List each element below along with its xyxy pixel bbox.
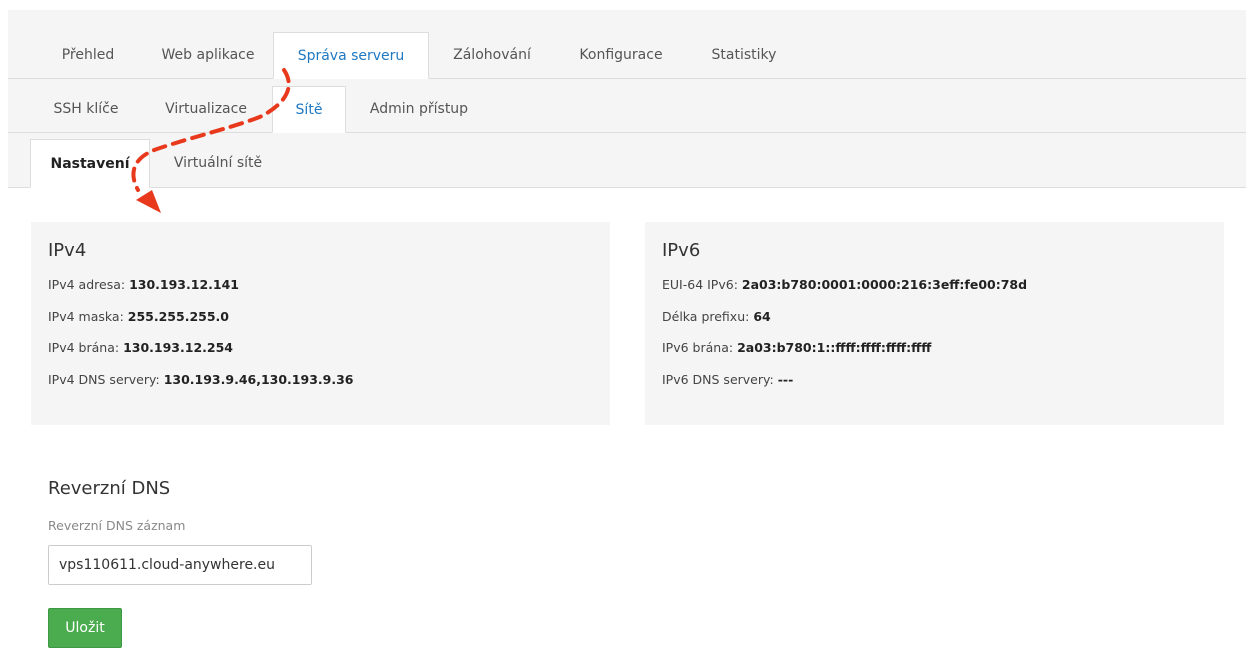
row-value: 130.193.12.141 xyxy=(129,277,239,292)
row-label: IPv4 brána: xyxy=(48,340,124,355)
reverse-dns-input[interactable] xyxy=(48,545,312,585)
row-value: 130.193.12.254 xyxy=(123,340,233,355)
ipv6-dns-row: IPv6 DNS servery: --- xyxy=(662,372,1207,404)
ipv6-prefix-row: Délka prefixu: 64 xyxy=(662,309,1207,341)
ipv4-panel: IPv4 IPv4 adresa: 130.193.12.141 IPv4 ma… xyxy=(31,222,610,425)
tab-zalohovani[interactable]: Zálohování xyxy=(436,32,548,78)
row-label: IPv6 DNS servery: xyxy=(662,371,778,387)
ipv4-address-row: IPv4 adresa: 130.193.12.141 xyxy=(48,277,593,309)
ipv4-title: IPv4 xyxy=(48,240,87,261)
tab-nastaveni[interactable]: Nastavení xyxy=(30,139,150,188)
tab-statistiky[interactable]: Statistiky xyxy=(694,32,794,78)
ipv4-dns-row: IPv4 DNS servery: 130.193.9.46,130.193.9… xyxy=(48,372,593,404)
ipv4-gateway-row: IPv4 brána: 130.193.12.254 xyxy=(48,340,593,372)
ipv6-eui64-row: EUI-64 IPv6: 2a03:b780:0001:0000:216:3ef… xyxy=(662,277,1207,309)
tab-virtualni-site[interactable]: Virtuální sítě xyxy=(158,139,278,187)
tab-virtualizace[interactable]: Virtualizace xyxy=(148,86,264,132)
tab-konfigurace[interactable]: Konfigurace xyxy=(564,32,678,78)
tab-ssh-klice[interactable]: SSH klíče xyxy=(40,86,132,132)
tab-web-aplikace[interactable]: Web aplikace xyxy=(144,32,272,78)
reverse-dns-title: Reverzní DNS xyxy=(48,478,171,499)
row-value: 2a03:b780:0001:0000:216:3eff:fe00:78d xyxy=(741,277,1028,292)
row-label: IPv4 DNS servery: xyxy=(48,371,164,387)
tab-site[interactable]: Sítě xyxy=(272,86,346,133)
ipv6-title: IPv6 xyxy=(662,240,701,261)
save-button[interactable]: Uložit xyxy=(48,608,122,648)
tab-prehled[interactable]: Přehled xyxy=(40,32,136,78)
sub-tab-bar: SSH klíče Virtualizace Sítě Admin přístu… xyxy=(8,79,1246,133)
section-tab-bar: Nastavení Virtuální sítě xyxy=(8,133,1246,188)
row-label: IPv4 maska: xyxy=(48,308,128,324)
ipv6-panel: IPv6 EUI-64 IPv6: 2a03:b780:0001:0000:21… xyxy=(645,222,1224,425)
row-label: EUI-64 IPv6: xyxy=(662,277,742,292)
ipv4-mask-row: IPv4 maska: 255.255.255.0 xyxy=(48,309,593,341)
row-label: IPv4 adresa: xyxy=(48,277,130,292)
row-label: Délka prefixu: xyxy=(662,308,754,324)
reverse-dns-label: Reverzní DNS záznam xyxy=(48,518,186,533)
tab-sprava-serveru[interactable]: Správa serveru xyxy=(273,32,429,79)
row-value: 130.193.9.46,130.193.9.36 xyxy=(163,371,354,387)
tab-admin-pristup[interactable]: Admin přístup xyxy=(354,86,484,132)
row-value: 2a03:b780:1::ffff:ffff:ffff:ffff xyxy=(737,340,932,355)
row-label: IPv6 brána: xyxy=(662,340,738,355)
main-tab-bar: Přehled Web aplikace Správa serveru Zálo… xyxy=(8,10,1246,79)
ipv6-gateway-row: IPv6 brána: 2a03:b780:1::ffff:ffff:ffff:… xyxy=(662,340,1207,372)
row-value: 64 xyxy=(753,308,771,324)
row-value: 255.255.255.0 xyxy=(127,308,229,324)
row-value: --- xyxy=(777,371,794,387)
